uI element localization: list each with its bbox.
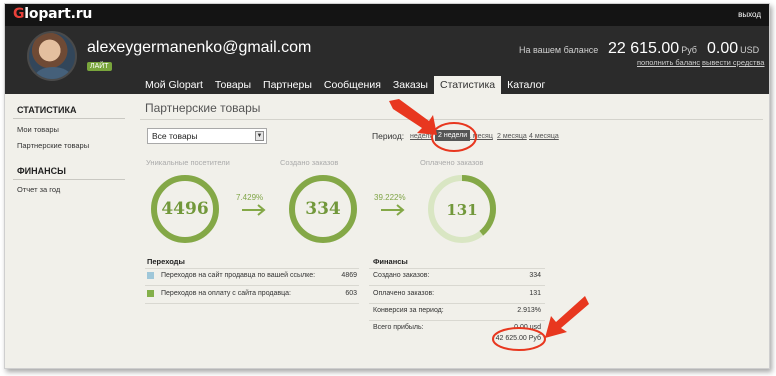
- finances-title: Финансы: [373, 257, 408, 266]
- finances-row-label: Оплачено заказов:: [373, 290, 435, 297]
- user-email: alexeygermanenko@gmail.com: [87, 39, 312, 56]
- row-divider: [145, 268, 359, 269]
- logo-letter: G: [13, 6, 25, 22]
- row-divider: [145, 303, 359, 304]
- topup-link[interactable]: пополнить баланс: [637, 58, 700, 67]
- sidebar-divider: [13, 118, 125, 119]
- page-title: Партнерские товары: [145, 101, 261, 115]
- screenshot-frame: Glopart.ru выход alexeygermanenko@gmail.…: [4, 3, 770, 369]
- transitions-title: Переходы: [147, 257, 185, 266]
- logout-link[interactable]: выход: [738, 10, 761, 19]
- tab-products[interactable]: Товары: [209, 76, 257, 94]
- transitions-row-label: Переходов на сайт продавца по вашей ссыл…: [161, 272, 316, 279]
- tab-messages[interactable]: Сообщения: [318, 76, 387, 94]
- tab-orders[interactable]: Заказы: [387, 76, 434, 94]
- balance-rub-value: 22 615.00: [608, 40, 680, 57]
- annotation-circle-icon: [492, 327, 546, 351]
- sidebar-divider: [13, 179, 125, 180]
- paid-label: Оплачено заказов: [420, 158, 484, 167]
- legend-swatch-referral: [147, 272, 154, 279]
- annotation-circle-icon: [431, 122, 477, 152]
- tab-catalog[interactable]: Каталог: [501, 76, 551, 94]
- product-select[interactable]: Все товары ▼: [147, 128, 267, 144]
- visitors-label: Уникальные посетители: [146, 158, 230, 167]
- orders-label: Создано заказов: [280, 158, 339, 167]
- chevron-down-icon[interactable]: ▼: [255, 131, 264, 141]
- sidebar-title-finances: ФИНАНСЫ: [17, 166, 66, 176]
- sidebar-item-yearly-report[interactable]: Отчет за год: [17, 185, 60, 194]
- balance-rub: 22 615.00 Руб: [608, 40, 697, 58]
- visitors-value: 4496: [161, 199, 209, 219]
- account-badge: ЛАЙТ: [87, 62, 112, 71]
- avatar-shirt: [35, 67, 71, 79]
- finances-row-value: 131: [529, 290, 541, 297]
- user-bar: alexeygermanenko@gmail.com ЛАЙТ На вашем…: [5, 26, 769, 94]
- finances-row-label: Создано заказов:: [373, 272, 430, 279]
- product-select-value: Все товары: [152, 131, 198, 141]
- sidebar-title-statistics: СТАТИСТИКА: [17, 105, 77, 115]
- transitions-row-value: 603: [345, 290, 357, 297]
- period-2-months[interactable]: 2 месяца: [497, 133, 527, 140]
- paid-value: 131: [446, 201, 478, 219]
- withdraw-link[interactable]: вывести средства: [702, 58, 764, 67]
- row-divider: [145, 285, 359, 286]
- finances-row-label: Всего прибыль:: [373, 324, 424, 331]
- avatar[interactable]: [27, 31, 77, 81]
- conversion-orders-paid: 39.222%: [374, 193, 406, 202]
- transitions-row-value: 4869: [341, 272, 357, 279]
- tab-statistics[interactable]: Статистика: [433, 76, 502, 94]
- arrow-right-icon: [242, 204, 266, 216]
- orders-value: 334: [305, 199, 341, 219]
- balance-rub-currency: Руб: [681, 45, 697, 55]
- tab-my-glopart[interactable]: Мой Glopart: [139, 76, 209, 94]
- row-divider: [369, 285, 545, 286]
- finances-row-value: 2.913%: [517, 307, 541, 314]
- period-4-months[interactable]: 4 месяца: [529, 133, 559, 140]
- row-divider: [369, 320, 545, 321]
- annotation-arrow-icon: [545, 296, 589, 338]
- logo-text: lopart.ru: [24, 6, 93, 22]
- sidebar-item-my-products[interactable]: Мои товары: [17, 125, 59, 134]
- finances-row-label: Конверсия за период:: [373, 307, 444, 314]
- row-divider: [369, 303, 545, 304]
- finances-row-value: 334: [529, 272, 541, 279]
- site-logo[interactable]: Glopart.ru: [13, 6, 92, 22]
- balance-usd-currency: USD: [740, 45, 760, 55]
- main-tabs: Мой Glopart Товары Партнеры Сообщения За…: [139, 76, 551, 94]
- balance-usd-value: 0.00: [707, 40, 739, 57]
- balance-usd: 0.00 USD: [707, 40, 759, 58]
- row-divider: [369, 268, 545, 269]
- sidebar-item-partner-products[interactable]: Партнерские товары: [17, 141, 89, 150]
- transitions-row-label: Переходов на оплату с сайта продавца:: [161, 290, 291, 297]
- conversion-visitors-orders: 7.429%: [236, 193, 264, 202]
- balance-label: На вашем балансе: [519, 45, 599, 55]
- arrow-right-icon: [381, 204, 405, 216]
- tab-partners[interactable]: Партнеры: [257, 76, 318, 94]
- top-bar: Glopart.ru выход: [5, 4, 769, 26]
- legend-swatch-payment: [147, 290, 154, 297]
- sidebar: СТАТИСТИКА Мои товары Партнерские товары…: [5, 94, 129, 368]
